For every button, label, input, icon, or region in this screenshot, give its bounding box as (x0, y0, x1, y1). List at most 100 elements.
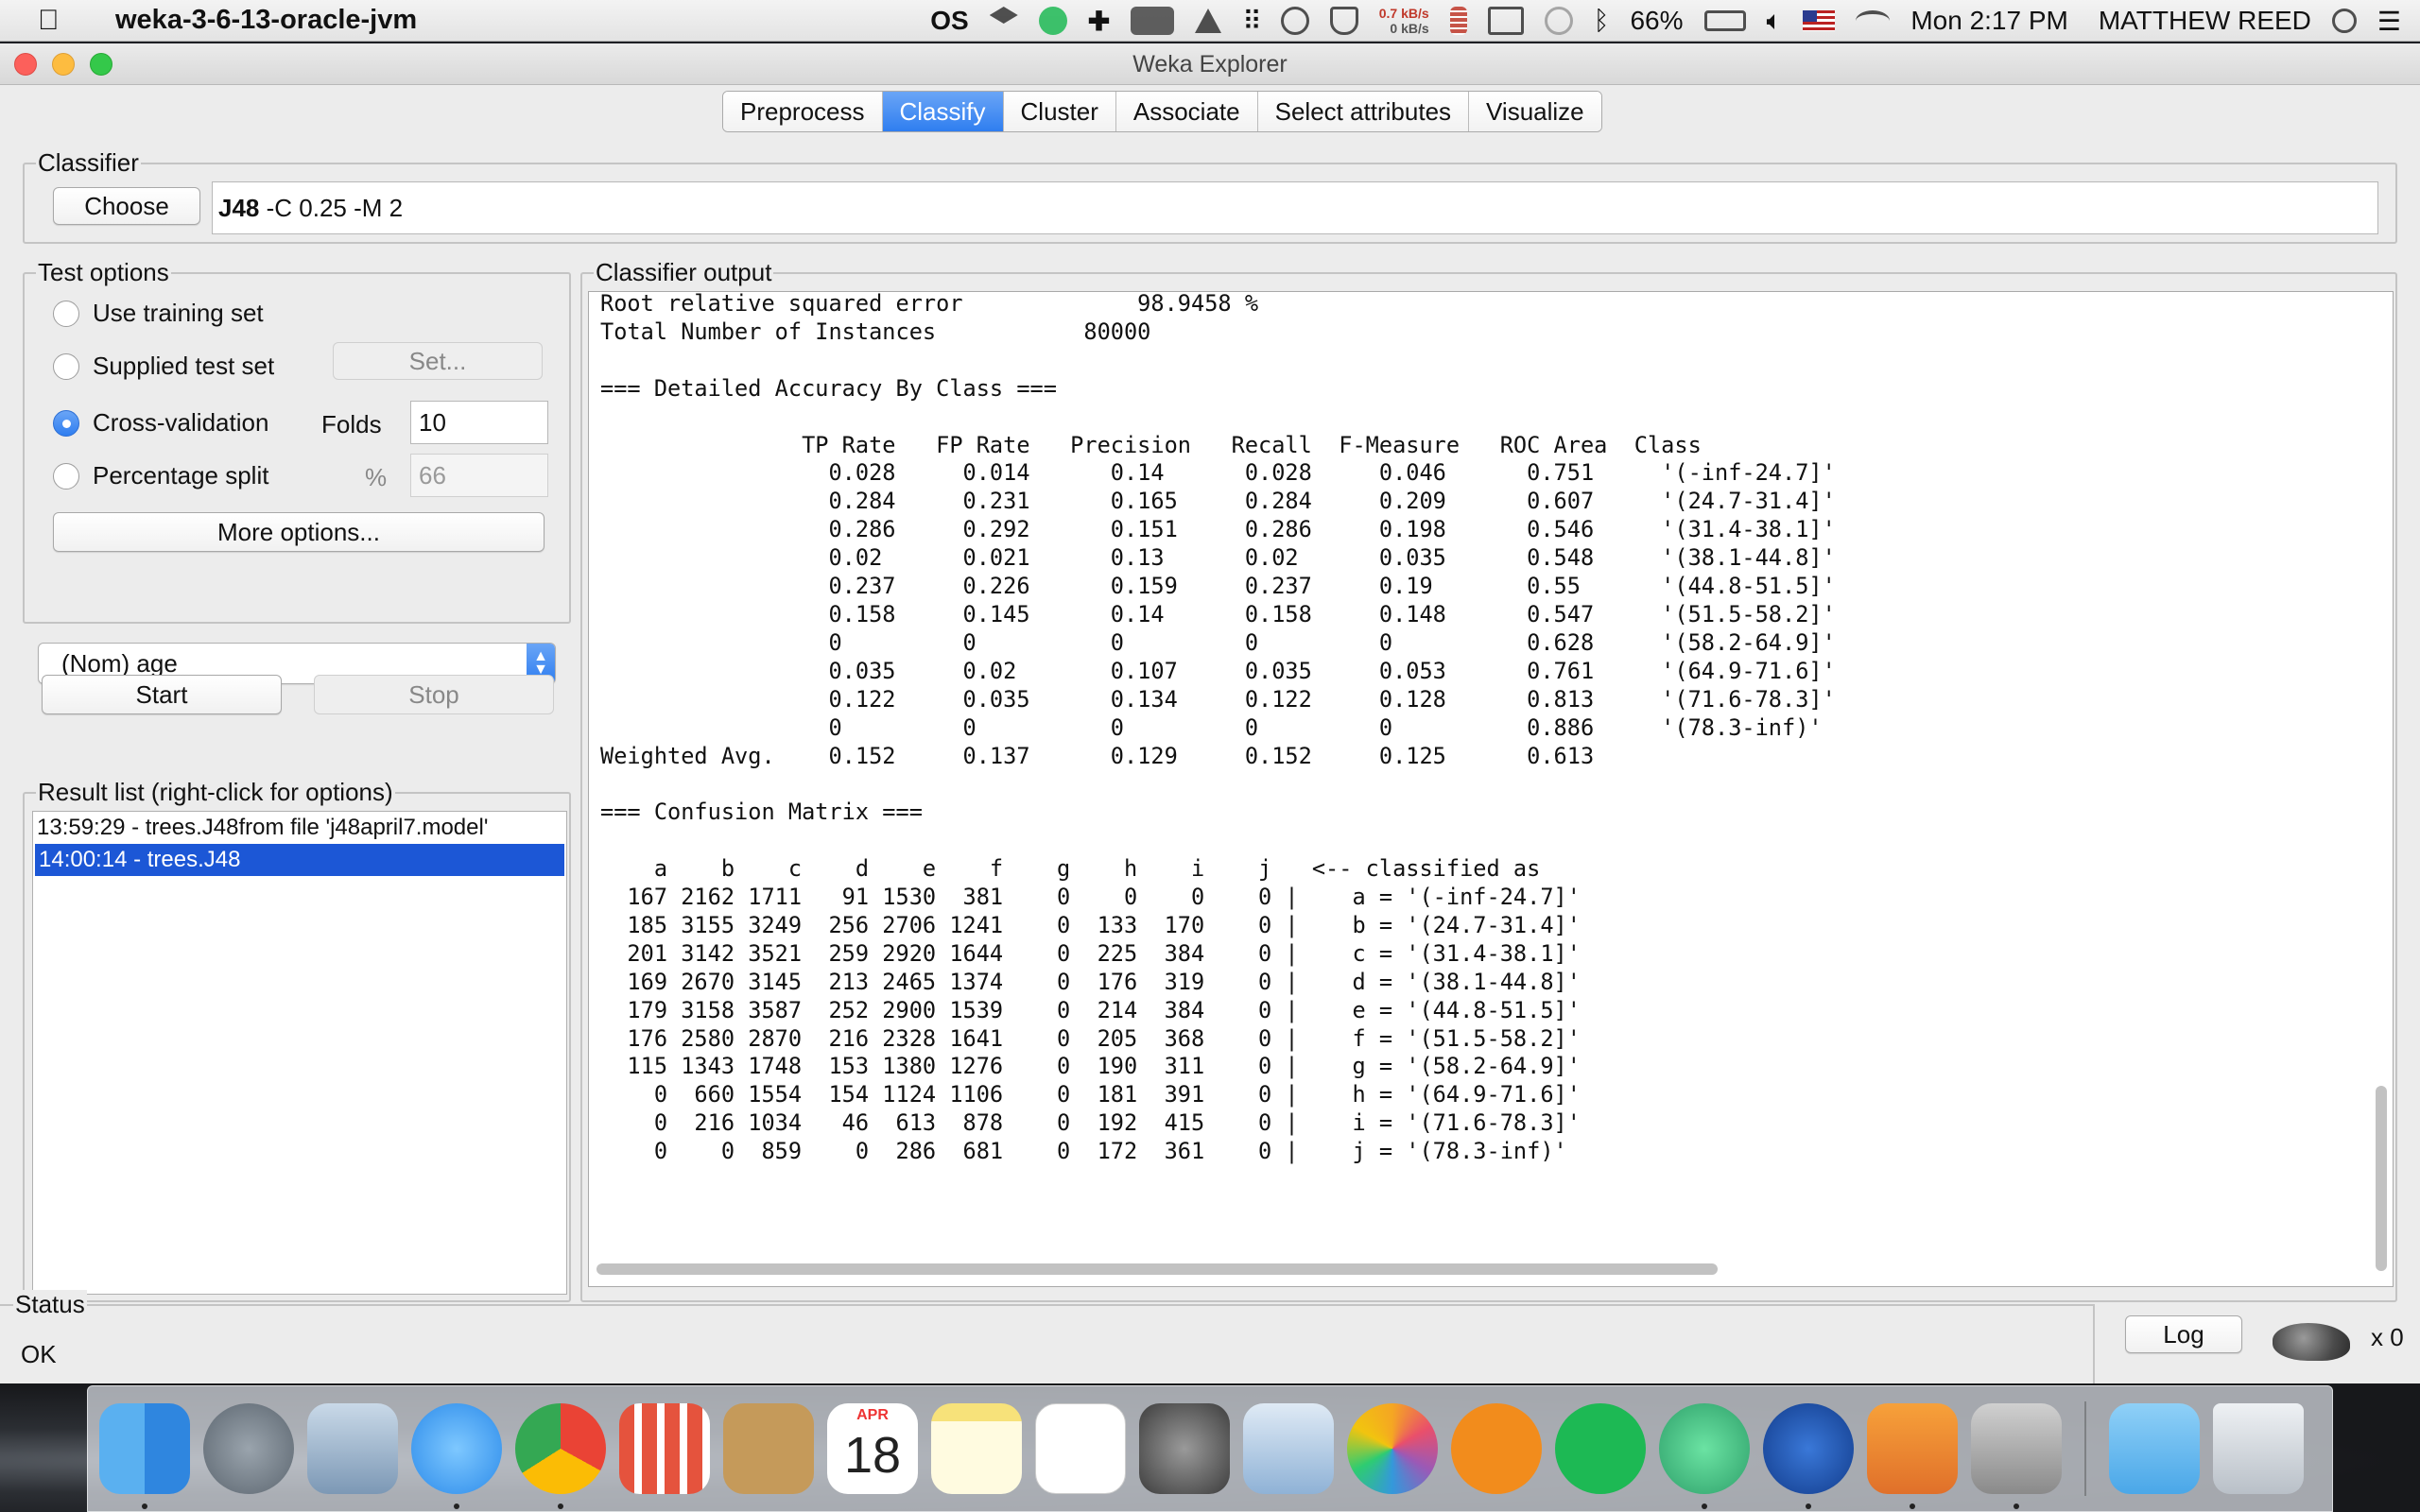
supplied-test-set-option[interactable]: Supplied test set (53, 352, 274, 381)
output-line: Weighted Avg. 0.152 0.137 0.129 0.152 0.… (600, 742, 1595, 769)
notes-icon[interactable] (931, 1403, 1022, 1494)
calendar-icon[interactable]: APR 18 (827, 1403, 918, 1494)
use-training-set-option[interactable]: Use training set (53, 299, 264, 328)
apple-icon[interactable]:  (38, 5, 79, 37)
contacts-icon[interactable] (723, 1403, 814, 1494)
folds-input[interactable]: 10 (410, 401, 548, 444)
airplay-icon[interactable] (1487, 7, 1524, 35)
launchpad-icon[interactable] (203, 1403, 294, 1494)
test-options-title: Test options (36, 258, 171, 286)
bluetooth-icon[interactable]: ᛒ (1594, 6, 1610, 36)
output-line: 0 660 1554 154 1124 1106 0 181 391 0 | h… (600, 1081, 1581, 1108)
result-list[interactable]: 13:59:29 - trees.J48from file 'j48april7… (32, 811, 567, 1295)
downloads-folder-icon[interactable] (2109, 1403, 2200, 1494)
classifier-output-text: Root relative squared error 98.9458 % Tot… (600, 292, 1836, 1166)
tab-select-attributes[interactable]: Select attributes (1257, 92, 1470, 131)
atom-icon[interactable] (1659, 1403, 1750, 1509)
reminders-icon[interactable] (1035, 1403, 1126, 1494)
search-icon[interactable] (2331, 9, 2357, 33)
classifier-config-field[interactable]: J48 -C 0.25 -M 2 (212, 181, 2378, 234)
os-icon[interactable]: OS (930, 6, 968, 36)
utility-icon[interactable] (1971, 1403, 2062, 1509)
wifi-icon[interactable] (1856, 10, 1891, 31)
stop-button[interactable]: Stop (314, 675, 554, 714)
cross-validation-option[interactable]: Cross-validation (53, 408, 268, 438)
menu-clock[interactable]: Mon 2:17 PM (1910, 6, 2068, 36)
messages-icon[interactable] (411, 1403, 502, 1509)
output-line: 169 2670 3145 213 2465 1374 0 176 319 0 … (600, 968, 1581, 995)
network-speed[interactable]: 0.7 kB/s 0 kB/s (1379, 6, 1429, 36)
output-line: 0.02 0.021 0.13 0.02 0.035 0.548 '(38.1-… (600, 544, 1836, 572)
classifier-group-title: Classifier (36, 148, 141, 177)
log-button[interactable]: Log (2125, 1315, 2242, 1353)
plus-icon[interactable]: ✚ (1088, 6, 1110, 37)
supplied-test-set-radio[interactable] (53, 352, 79, 380)
output-line: 0 0 0 0 0 0.886 '(78.3-inf)' (600, 713, 1823, 741)
photos-icon[interactable] (1347, 1403, 1438, 1494)
classifier-output-title: Classifier output (594, 258, 774, 286)
flag-icon[interactable] (1803, 10, 1836, 31)
output-line: 179 3158 3587 252 2900 1539 0 214 384 0 … (600, 996, 1581, 1023)
tab-preprocess[interactable]: Preprocess (723, 92, 883, 131)
weka-icon[interactable] (1763, 1403, 1854, 1509)
list-icon[interactable]: ☰ (2377, 6, 2401, 37)
spotify-icon[interactable] (1555, 1403, 1646, 1494)
tab-bar: Preprocess Classify Cluster Associate Se… (722, 91, 1602, 132)
vertical-scrollbar[interactable] (2376, 1086, 2387, 1271)
percentage-split-radio[interactable] (53, 462, 79, 490)
output-line: 0.035 0.02 0.107 0.035 0.053 0.761 '(64.… (600, 657, 1836, 684)
horizontal-scrollbar[interactable] (596, 1263, 1718, 1275)
minimize-window-button[interactable] (52, 53, 75, 76)
chrome-icon[interactable] (515, 1403, 606, 1509)
tab-cluster[interactable]: Cluster (1003, 92, 1116, 131)
finder-icon[interactable] (99, 1403, 190, 1509)
battery-icon[interactable] (1703, 10, 1746, 31)
adobe-icon[interactable] (1131, 7, 1175, 35)
trash-icon[interactable] (2213, 1403, 2304, 1494)
supplied-test-set-label: Supplied test set (93, 352, 275, 380)
maximize-window-button[interactable] (90, 53, 112, 76)
tab-classify[interactable]: Classify (882, 92, 1004, 131)
start-button[interactable]: Start (42, 675, 282, 714)
choose-classifier-button[interactable]: Choose (53, 187, 200, 225)
set-test-set-button[interactable]: Set... (333, 342, 543, 380)
volume-icon[interactable]: 🔈︎ (1767, 6, 1783, 37)
more-options-button[interactable]: More options... (53, 512, 544, 552)
percent-label: % (365, 463, 388, 491)
circle-slash-icon[interactable] (1280, 7, 1309, 35)
drive-icon[interactable] (1195, 9, 1222, 33)
result-list-item-selected[interactable]: 14:00:14 - trees.J48 (35, 844, 564, 876)
menu-bar:  weka-3-6-13-oracle-jvm OS ✚ ⠿ 0.7 kB/s… (0, 0, 2420, 42)
grid-icon[interactable]: ⠿ (1242, 6, 1261, 37)
preview-icon[interactable] (1243, 1403, 1334, 1494)
cross-validation-radio[interactable] (53, 409, 79, 437)
battery-percent[interactable]: 66% (1630, 6, 1683, 36)
spotify-menu-icon[interactable] (1038, 7, 1067, 35)
app-grid-icon[interactable] (619, 1403, 710, 1494)
ibooks-icon[interactable] (1451, 1403, 1542, 1494)
user-name[interactable]: MATTHEW REED (2099, 6, 2311, 36)
mail-icon[interactable] (307, 1403, 398, 1494)
system-preferences-icon[interactable] (1139, 1403, 1230, 1494)
classifier-output-area[interactable]: Root relative squared error 98.9458 % Tot… (588, 291, 2394, 1287)
use-training-set-radio[interactable] (53, 300, 79, 327)
chat-icon[interactable] (1544, 7, 1573, 35)
shield-icon[interactable] (1329, 7, 1358, 35)
tab-associate[interactable]: Associate (1115, 92, 1258, 131)
output-line: 0.284 0.231 0.165 0.284 0.209 0.607 '(24… (600, 488, 1836, 515)
close-window-button[interactable] (14, 53, 37, 76)
network-download-speed: 0 kB/s (1390, 21, 1429, 36)
tab-visualize[interactable]: Visualize (1469, 92, 1601, 131)
result-list-item[interactable]: 13:59:29 - trees.J48from file 'j48april7… (33, 812, 566, 844)
pages-icon[interactable] (1867, 1403, 1958, 1509)
percentage-split-option[interactable]: Percentage split (53, 461, 268, 490)
percent-split-input[interactable]: 66 (410, 454, 548, 497)
dropbox-icon[interactable] (989, 7, 1018, 24)
output-line: 176 2580 2870 216 2328 1641 0 205 368 0 … (600, 1024, 1581, 1052)
status-group: Status OK (0, 1290, 2095, 1383)
app-name[interactable]: weka-3-6-13-oracle-jvm (115, 5, 417, 36)
activity-icon[interactable] (1449, 7, 1467, 35)
title-bar[interactable]: Weka Explorer (0, 43, 2420, 85)
